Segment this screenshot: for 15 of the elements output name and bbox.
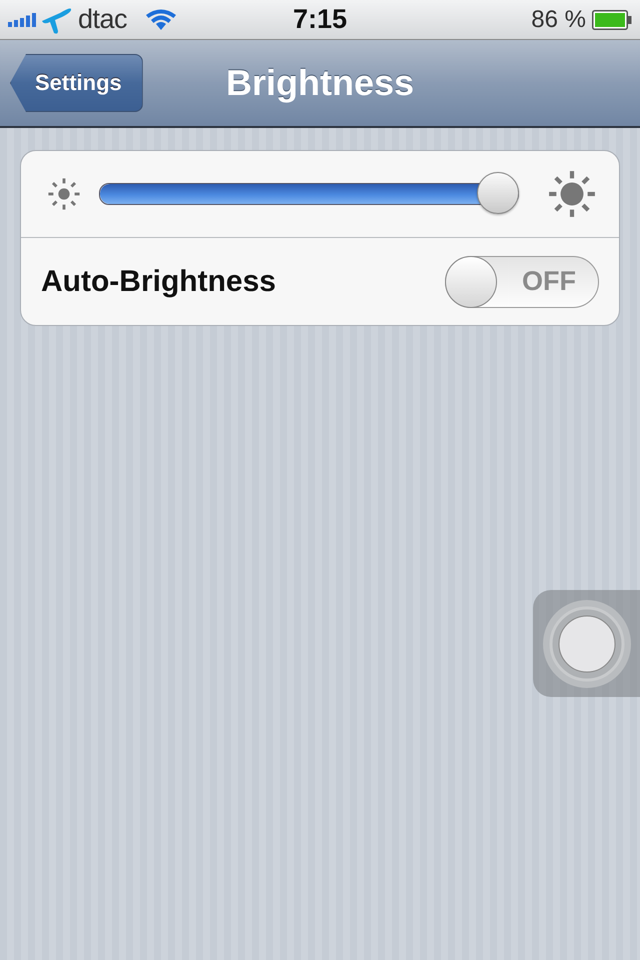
battery-icon <box>592 10 632 30</box>
wifi-icon <box>145 8 178 30</box>
signal-icon <box>8 12 36 26</box>
carrier-name: dtac <box>78 4 128 35</box>
floating-home-button[interactable] <box>533 590 640 697</box>
clock-time: 7:15 <box>292 4 348 35</box>
setting-label: Auto-Brightness <box>41 264 276 298</box>
bright-sun-icon <box>547 169 597 219</box>
toggle-switch[interactable]: OFF <box>445 256 599 308</box>
back-button[interactable]: Settings <box>10 54 143 112</box>
home-circle-icon <box>540 598 632 690</box>
slider-thumb[interactable] <box>477 172 519 214</box>
dim-sun-icon <box>47 177 81 211</box>
page-title: Brightness <box>226 62 414 104</box>
battery-percent: 86 % <box>531 6 586 34</box>
